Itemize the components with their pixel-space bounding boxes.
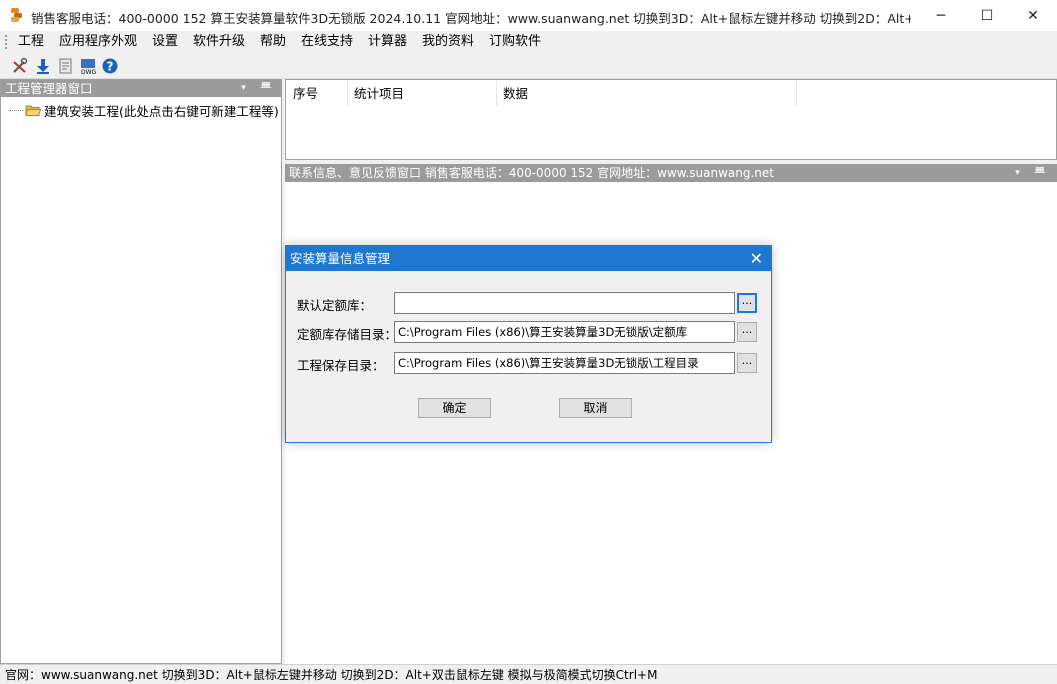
project-manager-panel: 工程管理器窗口 ▾ ᚙ 建筑安装工程(此处点击右键可新建工程等) (0, 79, 282, 664)
tree-item-label: 建筑安装工程(此处点击右键可新建工程等) (44, 104, 279, 119)
menu-app-appearance[interactable]: 应用程序外观 (59, 33, 137, 51)
svg-text:?: ? (107, 60, 114, 74)
document-icon[interactable] (57, 57, 75, 75)
column-header-index[interactable]: 序号 (286, 81, 348, 106)
menu-bar: 工程 应用程序外观 设置 软件升级 帮助 在线支持 计算器 我的资料 订购软件 (0, 31, 1057, 53)
folder-open-icon (25, 105, 41, 116)
tools-icon[interactable] (11, 57, 29, 75)
toolbar: DWG ? (0, 53, 1057, 79)
project-manager-header: 工程管理器窗口 ▾ ᚙ (1, 80, 281, 97)
quota-dir-input[interactable]: C:\Program Files (x86)\算王安装算量3D无锁版\定额库 (394, 321, 735, 343)
download-icon[interactable] (34, 57, 52, 75)
menu-my-profile[interactable]: 我的资料 (422, 33, 474, 51)
menu-software-upgrade[interactable]: 软件升级 (193, 33, 245, 51)
panel-pin-icon[interactable]: ▾ ᚙ (241, 80, 277, 97)
default-quota-input[interactable] (394, 292, 735, 314)
dwg-icon[interactable]: DWG (79, 57, 97, 75)
ok-button[interactable]: 确定 (418, 398, 491, 418)
menu-calculator[interactable]: 计算器 (368, 33, 407, 51)
quota-dir-browse-button[interactable]: ... (737, 322, 757, 342)
default-quota-browse-button[interactable]: ... (737, 293, 757, 313)
dialog-title-bar: 安装算量信息管理 ✕ (286, 246, 771, 271)
menu-settings[interactable]: 设置 (152, 33, 178, 51)
status-bar: 官网：www.suanwang.net 切换到3D：Alt+鼠标左键并移动 切换… (0, 664, 1057, 684)
dialog-close-icon[interactable]: ✕ (750, 246, 763, 271)
tree-item-project[interactable]: 建筑安装工程(此处点击右键可新建工程等) (9, 101, 279, 120)
project-dir-input[interactable]: C:\Program Files (x86)\算王安装算量3D无锁版\工程目录 (394, 352, 735, 374)
project-dir-browse-button[interactable]: ... (737, 353, 757, 373)
close-button[interactable]: ✕ (1010, 0, 1056, 31)
app-logo-icon (11, 8, 22, 22)
svg-text:DWG: DWG (81, 69, 97, 75)
menu-order-software[interactable]: 订购软件 (489, 33, 541, 51)
feedback-header: 联系信息、意见反馈窗口 销售客服电话：400-0000 152 官网地址：www… (285, 164, 1057, 182)
info-management-dialog: 安装算量信息管理 ✕ 默认定额库： ... 定额库存储目录： C:\Progra… (285, 245, 772, 443)
quota-dir-label: 定额库存储目录： (297, 327, 398, 342)
column-header-data[interactable]: 数据 (496, 81, 797, 106)
cancel-button[interactable]: 取消 (559, 398, 632, 418)
maximize-button[interactable]: ☐ (964, 0, 1010, 31)
tree-connector (9, 110, 23, 111)
menu-project[interactable]: 工程 (18, 33, 44, 51)
minimize-button[interactable]: ─ (918, 0, 964, 31)
project-manager-title: 工程管理器窗口 (5, 81, 93, 96)
title-bar: 销售客服电话：400-0000 152 算王安装算量软件3D无锁版 2024.1… (0, 0, 1057, 31)
column-header-item[interactable]: 统计项目 (347, 81, 497, 106)
panel-pin-icon[interactable]: ▾ ᚙ (1015, 164, 1051, 182)
menu-online-support[interactable]: 在线支持 (301, 33, 353, 51)
dialog-title: 安装算量信息管理 (290, 251, 391, 266)
default-quota-label: 默认定额库： (297, 298, 373, 313)
feedback-title: 联系信息、意见反馈窗口 销售客服电话：400-0000 152 官网地址：www… (289, 166, 774, 180)
help-icon[interactable]: ? (101, 57, 119, 75)
project-dir-label: 工程保存目录： (297, 358, 385, 373)
menu-help[interactable]: 帮助 (260, 33, 286, 51)
menu-grip-handle[interactable] (5, 35, 7, 49)
stats-table: 序号 统计项目 数据 (285, 79, 1057, 160)
window-title: 销售客服电话：400-0000 152 算王安装算量软件3D无锁版 2024.1… (31, 11, 911, 26)
